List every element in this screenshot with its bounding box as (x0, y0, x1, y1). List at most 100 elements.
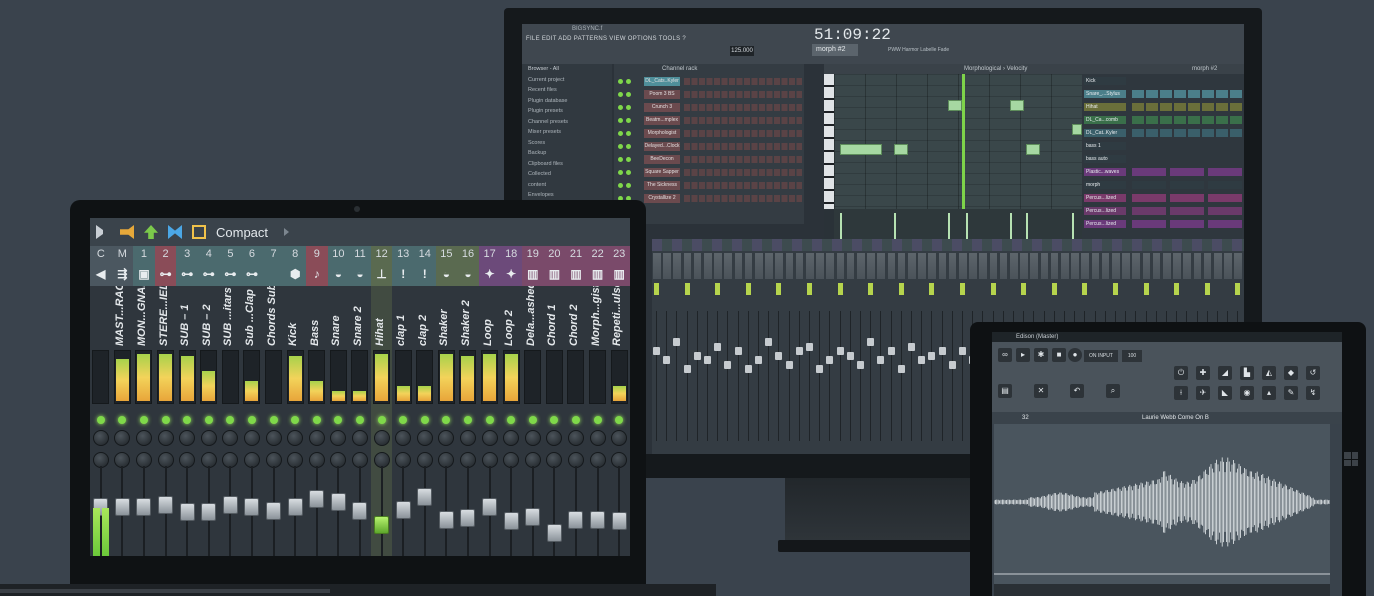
track-enable-led[interactable] (139, 416, 148, 424)
velocity-bar[interactable] (966, 213, 968, 239)
power-button[interactable]: ⏻ (1174, 366, 1188, 380)
browser-item[interactable]: Clipboard files (522, 159, 612, 170)
mixer-insert[interactable] (652, 251, 662, 451)
save-button[interactable]: ▤ (998, 384, 1012, 398)
insert-fader[interactable] (693, 351, 701, 360)
insert-fader[interactable] (938, 347, 946, 355)
insert-fader[interactable] (673, 338, 681, 346)
insert-fader[interactable] (948, 360, 956, 369)
channel-led[interactable] (618, 170, 623, 175)
pan-knob[interactable] (416, 430, 433, 446)
pattern-clip[interactable] (1208, 207, 1242, 215)
insert-fader[interactable] (795, 347, 803, 355)
step-sequencer[interactable] (684, 182, 802, 189)
volume-fader[interactable] (438, 510, 454, 529)
insert-fader[interactable] (734, 347, 742, 355)
insert-fader[interactable] (918, 356, 926, 364)
mixer-insert[interactable] (958, 251, 968, 451)
track-enable-led[interactable] (485, 416, 494, 424)
piano-keys[interactable] (824, 74, 834, 209)
volume-fader[interactable] (179, 503, 195, 522)
playlist-track[interactable]: morph (1082, 180, 1244, 190)
pattern-clip[interactable] (1188, 129, 1200, 137)
channel-row[interactable]: Morphologist (614, 128, 804, 139)
insert-fader[interactable] (897, 365, 905, 373)
volume-fader[interactable] (287, 497, 303, 516)
volume-fader[interactable] (309, 490, 325, 509)
note[interactable] (840, 144, 882, 155)
track-enable-led[interactable] (593, 416, 602, 424)
channel-led[interactable] (626, 131, 631, 136)
tool-button[interactable]: ◣ (1218, 386, 1232, 400)
pan-knob[interactable] (265, 430, 282, 446)
playlist-track[interactable]: Percus...lized (1082, 219, 1244, 229)
track-enable-led[interactable] (118, 416, 127, 424)
insert-fader[interactable] (704, 356, 711, 364)
pan-knob[interactable] (179, 430, 196, 446)
mixer-insert[interactable] (846, 251, 856, 451)
insert-fader[interactable] (887, 347, 895, 355)
mixer-track[interactable]: M ⇶ MAST...RACK (111, 246, 134, 556)
mixer-track[interactable]: 20 ▥ Chord 1 (543, 246, 566, 556)
pattern-clip[interactable] (1132, 220, 1166, 228)
pattern-clip[interactable] (1132, 90, 1144, 98)
mixer-track[interactable]: 21 ▥ Chord 2 (565, 246, 587, 556)
volume-fader[interactable] (590, 510, 606, 529)
pattern-clip[interactable] (1160, 103, 1172, 111)
main-menu[interactable]: FILE EDIT ADD PATTERNS VIEW OPTIONS TOOL… (526, 36, 686, 42)
pan-knob[interactable] (524, 430, 541, 446)
pan-knob[interactable] (546, 430, 563, 446)
channel-name-button[interactable]: Morphologist (644, 129, 680, 138)
channel-row[interactable]: The Sickness (614, 180, 804, 191)
mixer-insert[interactable] (734, 251, 744, 451)
velocity-lane[interactable] (834, 209, 1082, 239)
channel-led[interactable] (618, 79, 623, 84)
velocity-bar[interactable] (1026, 213, 1028, 239)
insert-fader[interactable] (846, 351, 854, 360)
channel-name-button[interactable]: Crunch 3 (644, 103, 680, 112)
pan-knob[interactable] (200, 430, 217, 446)
mixer-track[interactable]: 4 ⊶ SUB – 2 (198, 246, 220, 556)
channel-led[interactable] (626, 105, 631, 110)
pattern-clip[interactable] (1132, 194, 1166, 202)
pan-knob[interactable] (92, 430, 109, 446)
track-enable-led[interactable] (269, 416, 278, 424)
channel-name-button[interactable]: Crystallize 2 (644, 194, 680, 203)
volume-fader[interactable] (222, 496, 238, 515)
pattern-clip[interactable] (1208, 181, 1242, 189)
edison-scrollbar[interactable] (994, 584, 1330, 596)
pan-knob[interactable] (351, 430, 368, 446)
pattern-clip[interactable] (1208, 168, 1242, 176)
channel-led[interactable] (626, 144, 631, 149)
mixer-track[interactable]: 22 ▥ Morph...gist (586, 246, 609, 556)
pan-knob[interactable] (222, 430, 239, 446)
insert-fader[interactable] (806, 342, 813, 351)
mixer-track[interactable]: 13! clap 1 (392, 246, 414, 556)
pan-knob[interactable] (503, 430, 520, 446)
playlist-track[interactable]: Snare_...Stylus (1082, 89, 1244, 99)
mixer-insert[interactable] (754, 251, 764, 451)
step-sequencer[interactable] (684, 91, 802, 98)
pattern-clip[interactable] (1160, 129, 1172, 137)
mixer-track[interactable]: 1 ▣ MON...GNAL (133, 246, 155, 556)
undo-button[interactable]: ↶ (1070, 384, 1084, 398)
pattern-clip[interactable] (1174, 116, 1186, 124)
pan-knob[interactable] (135, 430, 152, 446)
pan-knob[interactable] (287, 430, 304, 446)
mixer-track[interactable]: 6 ⊶ Sub ...Clap (241, 246, 263, 556)
mixer-insert[interactable] (887, 251, 897, 451)
mixer-insert[interactable] (907, 251, 917, 451)
volume-fader[interactable] (395, 500, 411, 519)
mixer-track[interactable]: 7 Chords Sub (262, 246, 285, 556)
track-name[interactable]: Chords Sub (266, 286, 282, 350)
volume-fader[interactable] (244, 498, 260, 517)
track-name[interactable]: MON...GNAL (136, 286, 152, 350)
pattern-clip[interactable] (1170, 220, 1204, 228)
tool-button[interactable]: ↯ (1306, 386, 1320, 400)
shape-button[interactable]: ◭ (1262, 366, 1276, 380)
channel-name-button[interactable]: The Sickness (644, 181, 680, 190)
insert-fader[interactable] (928, 351, 936, 360)
pattern-clip[interactable] (1132, 181, 1166, 189)
playlist-track-name[interactable]: Kick (1084, 77, 1126, 85)
insert-fader[interactable] (724, 360, 732, 369)
